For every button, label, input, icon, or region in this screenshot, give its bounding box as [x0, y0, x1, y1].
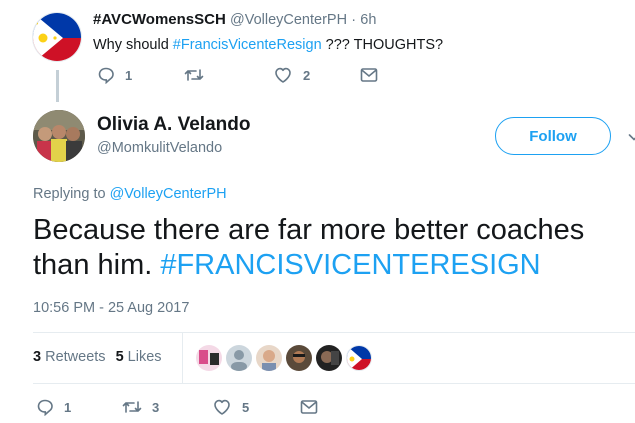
reply-button[interactable]: 1 — [36, 398, 71, 416]
liker-avatar[interactable] — [286, 345, 312, 371]
tweet-text: Because there are far more better coache… — [33, 213, 633, 283]
like-button[interactable]: 5 — [212, 398, 249, 416]
envelope-icon — [360, 68, 378, 82]
liker-avatar[interactable] — [256, 345, 282, 371]
envelope-icon — [300, 400, 318, 414]
reply-count: 1 — [64, 399, 72, 415]
parent-like-count: 2 — [303, 67, 311, 83]
retweets-label: Retweets — [45, 349, 106, 365]
follow-button[interactable]: Follow — [495, 117, 611, 155]
group-photo-image — [33, 110, 85, 162]
chevron-down-icon[interactable] — [628, 130, 635, 142]
retweet-icon — [184, 69, 204, 81]
user-display-name[interactable]: Olivia A. Velando — [97, 114, 250, 136]
liker-avatar[interactable] — [196, 345, 222, 371]
tweet-hashtag-link[interactable]: #FRANCISVICENTERESIGN — [160, 249, 540, 281]
replying-to-link[interactable]: @VolleyCenterPH — [110, 186, 227, 202]
parent-hashtag-link[interactable]: #FrancisVicenteResign — [173, 37, 322, 53]
user-handle[interactable]: @MomkulitVelando — [97, 140, 222, 156]
thread-connector-line — [56, 70, 59, 102]
divider — [33, 332, 635, 333]
parent-reply-count: 1 — [125, 67, 133, 83]
retweet-button[interactable]: 3 — [122, 398, 159, 416]
tweet-timestamp[interactable]: 10:56 PM - 25 Aug 2017 — [33, 300, 189, 316]
liker-avatar[interactable] — [346, 345, 372, 371]
replying-to-line: Replying to @VolleyCenterPH — [33, 186, 227, 202]
liker-avatar[interactable] — [226, 345, 252, 371]
reply-icon — [37, 399, 53, 416]
parent-text-before: Why should — [93, 37, 173, 53]
replying-prefix: Replying to — [33, 186, 110, 202]
liker-avatars — [196, 345, 372, 371]
parent-retweet-button[interactable] — [184, 66, 214, 84]
heart-icon — [214, 399, 230, 415]
retweet-count-action: 3 — [152, 399, 160, 415]
parent-reply-button[interactable]: 1 — [97, 66, 132, 84]
parent-time[interactable]: 6h — [360, 12, 376, 28]
stats-divider — [182, 333, 183, 383]
engagement-stats: 3 Retweets 5 Likes — [33, 349, 162, 365]
like-count: 5 — [115, 349, 124, 365]
parent-handle[interactable]: @VolleyCenterPH — [230, 12, 347, 28]
philippine-flag-image — [33, 13, 81, 61]
reply-icon — [98, 67, 114, 84]
parent-tweet-header: #AVCWomensSCH @VolleyCenterPH · 6h — [93, 11, 376, 28]
divider — [33, 383, 635, 384]
message-button[interactable] — [300, 399, 318, 415]
likes-label: Likes — [127, 349, 162, 365]
heart-icon — [275, 67, 291, 83]
avatar[interactable] — [33, 110, 85, 162]
parent-message-button[interactable] — [360, 67, 378, 83]
parent-display-name[interactable]: #AVCWomensSCH — [93, 11, 226, 28]
retweets-stat[interactable]: 3 Retweets — [33, 349, 106, 365]
parent-like-button[interactable]: 2 — [273, 66, 310, 84]
likes-stat[interactable]: 5 Likes — [116, 349, 162, 365]
avatar[interactable] — [32, 12, 82, 62]
like-count-action: 5 — [242, 399, 250, 415]
parent-text-after: ??? THOUGHTS? — [321, 37, 444, 53]
separator-dot: · — [351, 12, 357, 28]
liker-avatar[interactable] — [316, 345, 342, 371]
parent-tweet-text: Why should #FrancisVicenteResign ??? THO… — [93, 37, 443, 53]
retweet-icon — [122, 401, 142, 413]
retweet-count: 3 — [33, 349, 42, 365]
